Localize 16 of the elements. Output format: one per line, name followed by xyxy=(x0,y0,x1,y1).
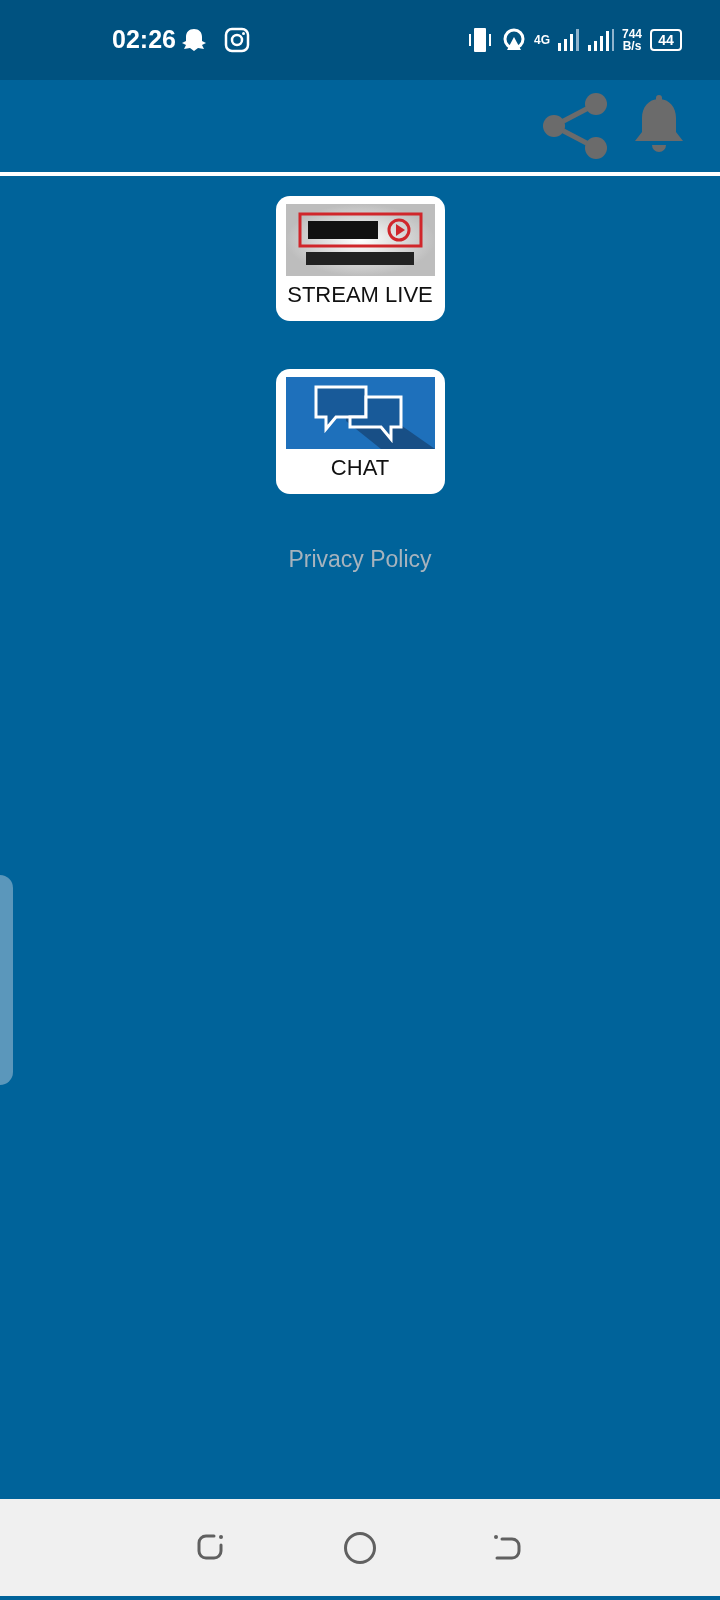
clock: 02:26 xyxy=(112,24,176,56)
hotspot-icon xyxy=(501,28,526,52)
speed-unit: B/s xyxy=(621,40,642,52)
signal-icon xyxy=(557,29,580,51)
camera-icon xyxy=(223,27,250,53)
signal-icon xyxy=(587,29,614,51)
network-type: 4G xyxy=(533,34,550,46)
chat-tile[interactable]: CHAT xyxy=(275,369,445,494)
battery-level: 44 xyxy=(650,29,682,51)
stream-tile[interactable]: STREAM LIVE xyxy=(275,196,445,321)
data-speed: 744 xyxy=(621,28,642,40)
tile-label: STREAM LIVE xyxy=(287,284,433,306)
drawer-handle[interactable] xyxy=(0,875,13,1085)
back-icon[interactable] xyxy=(492,1532,524,1563)
tile-label: CHAT xyxy=(330,457,390,479)
home-icon[interactable] xyxy=(343,1530,377,1565)
